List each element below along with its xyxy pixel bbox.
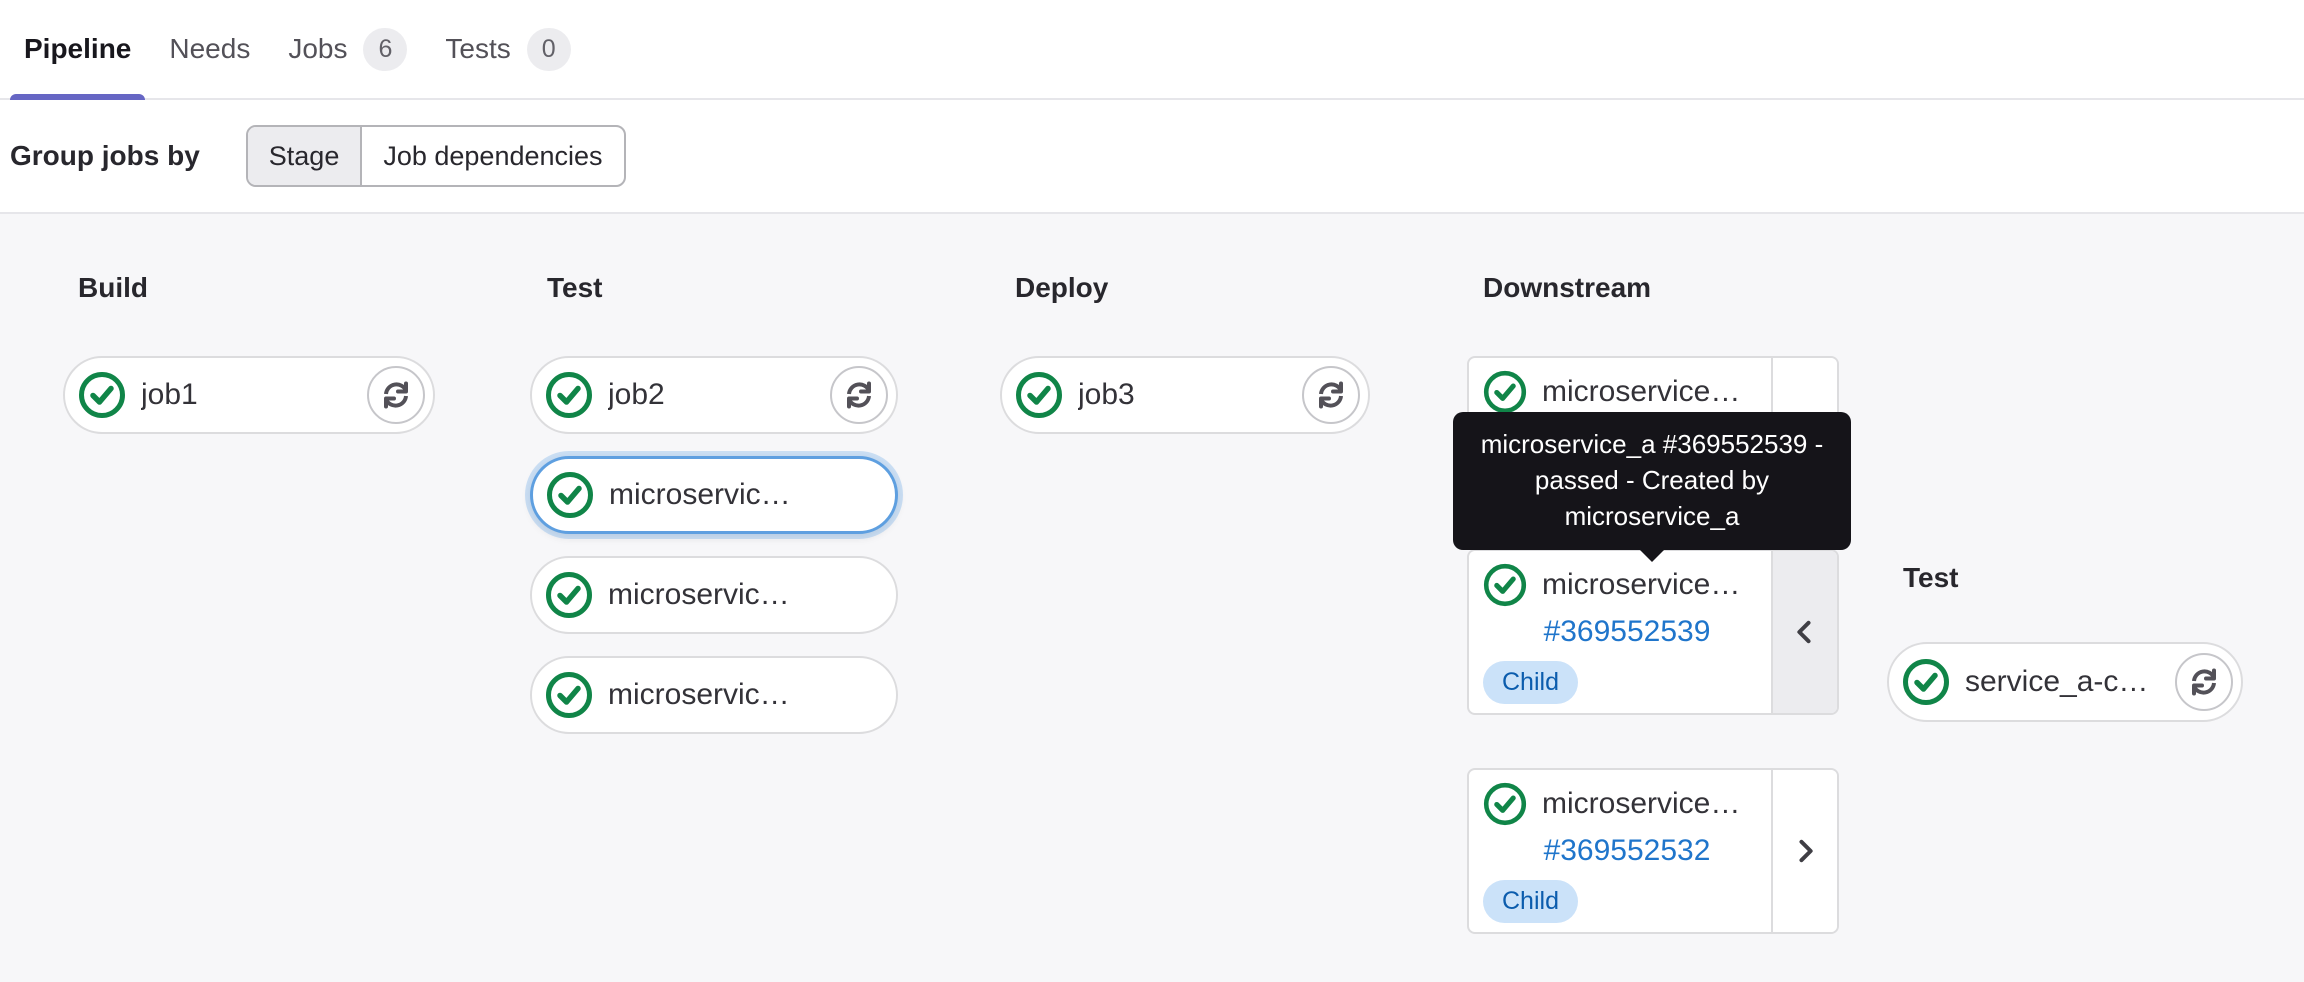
retry-button[interactable] xyxy=(1302,366,1360,424)
job-pill-service-a[interactable]: service_a-c… xyxy=(1887,642,2243,722)
job-pill-microservice-2[interactable]: microservic… xyxy=(530,556,898,634)
job-name: job1 xyxy=(141,378,198,411)
segment-job-dependencies-label: Job dependencies xyxy=(383,140,603,171)
retry-button[interactable] xyxy=(830,366,888,424)
job-pill-microservice-3[interactable]: microservic… xyxy=(530,656,898,734)
status-passed-icon xyxy=(1483,563,1527,607)
downstream-pipeline-name: microservice… xyxy=(1542,787,1741,820)
job-name: microservic… xyxy=(609,478,791,511)
job-name: job3 xyxy=(1078,378,1135,411)
job-pill-microservice-selected[interactable]: microservic… xyxy=(530,456,898,534)
retry-button[interactable] xyxy=(367,366,425,424)
downstream-pipeline-link[interactable]: #369552539 xyxy=(1483,615,1771,649)
downstream-card-2[interactable]: microservice… #369552539 Child xyxy=(1467,549,1839,715)
stage-title-build: Build xyxy=(78,272,148,303)
job-pill-job2[interactable]: job2 xyxy=(530,356,898,434)
status-passed-icon xyxy=(78,371,126,419)
tooltip-line: microservice_a #369552539 - xyxy=(1480,429,1824,459)
downstream-card-main: microservice… #369552539 Child xyxy=(1469,551,1771,713)
tab-jobs[interactable]: Jobs 6 xyxy=(274,0,421,98)
status-passed-icon xyxy=(545,671,593,719)
tab-jobs-label: Jobs xyxy=(288,33,348,64)
status-passed-icon xyxy=(545,371,593,419)
tab-needs[interactable]: Needs xyxy=(155,0,264,98)
job-name: microservic… xyxy=(608,578,790,611)
group-jobs-toolbar: Group jobs by Stage Job dependencies xyxy=(0,100,2304,212)
stage-title-downstream: Downstream xyxy=(1483,272,1652,303)
downstream-card-3[interactable]: microservice… #369552532 Child xyxy=(1467,768,1839,934)
downstream-pipeline-name: microservice… xyxy=(1542,568,1741,601)
segment-stage[interactable]: Stage xyxy=(247,127,363,185)
tests-count-badge: 0 xyxy=(526,27,571,71)
status-passed-icon xyxy=(1902,658,1950,706)
downstream-pipeline-name: microservice… xyxy=(1542,375,1741,408)
tooltip-arrow xyxy=(1639,549,1665,562)
tab-pipeline[interactable]: Pipeline xyxy=(10,0,146,100)
stage-title-test: Test xyxy=(547,272,603,303)
stage-title-deploy: Deploy xyxy=(1015,272,1109,303)
tooltip-line: passed - Created by xyxy=(1534,465,1770,495)
tab-tests-label: Tests xyxy=(445,33,511,64)
group-by-segmented-control: Stage Job dependencies xyxy=(245,125,626,187)
status-passed-icon xyxy=(1015,371,1063,419)
child-badge: Child xyxy=(1483,880,1578,923)
collapse-pipeline-button[interactable] xyxy=(1771,551,1837,713)
jobs-count-badge: 6 xyxy=(363,27,408,71)
tab-needs-label: Needs xyxy=(169,33,251,64)
chevron-left-icon xyxy=(1797,620,1811,644)
job-name: microservic… xyxy=(608,678,790,711)
status-passed-icon xyxy=(1483,782,1527,826)
chevron-right-icon xyxy=(1799,839,1813,863)
job-pill-job1[interactable]: job1 xyxy=(63,356,435,434)
tab-tests[interactable]: Tests 0 xyxy=(431,0,584,98)
pipeline-tooltip: microservice_a #369552539 - passed - Cre… xyxy=(1453,412,1851,562)
retry-icon xyxy=(384,381,408,409)
downstream-card-main: microservice… #369552532 Child xyxy=(1469,770,1771,932)
segment-job-dependencies[interactable]: Job dependencies xyxy=(362,127,623,185)
status-passed-icon xyxy=(1483,370,1527,414)
downstream-pipeline-link[interactable]: #369552532 xyxy=(1483,834,1771,868)
job-pill-job3[interactable]: job3 xyxy=(1000,356,1370,434)
retry-icon xyxy=(847,381,871,409)
group-jobs-by-label: Group jobs by xyxy=(10,140,200,171)
retry-icon xyxy=(1319,381,1343,409)
expand-pipeline-button[interactable] xyxy=(1771,770,1837,932)
pipeline-graph: Build Test Deploy Downstream Test job1 j… xyxy=(0,212,2304,982)
status-passed-icon xyxy=(546,471,594,519)
job-name: service_a-c… xyxy=(1965,665,2149,698)
segment-stage-label: Stage xyxy=(268,140,340,171)
status-passed-icon xyxy=(545,571,593,619)
child-badge: Child xyxy=(1483,661,1578,704)
retry-icon xyxy=(2192,668,2216,696)
pipeline-tabs-bar: Pipeline Needs Jobs 6 Tests 0 xyxy=(0,0,2304,100)
retry-button[interactable] xyxy=(2175,653,2233,711)
job-name: job2 xyxy=(608,378,665,411)
stage-title-downstream-test: Test xyxy=(1903,562,1959,593)
pipeline-page: { "tabs": { "items": [ { "label": "Pipel… xyxy=(0,0,2304,982)
tooltip-line: microservice_a xyxy=(1564,501,1740,531)
tab-pipeline-label: Pipeline xyxy=(24,33,132,64)
